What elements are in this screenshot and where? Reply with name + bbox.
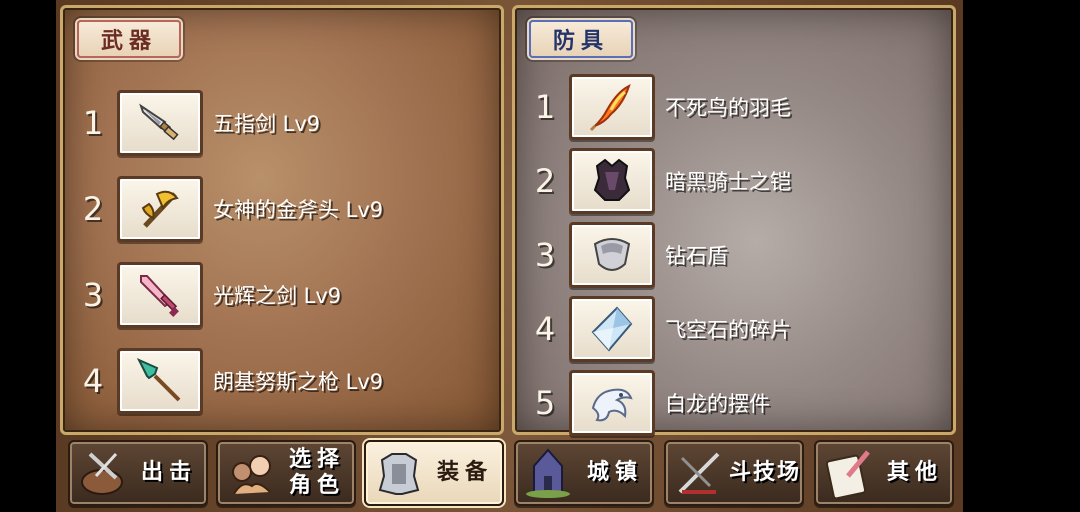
armor-row-1[interactable]: 1 不死鸟的羽毛	[525, 74, 791, 140]
weapon-row-3[interactable]: 3 光辉之剑 Lv9	[73, 262, 341, 328]
weapons-panel: 武器 1 五指剑 Lv9 2 女神的金斧头 Lv9 3 光辉之剑 Lv9 4 朗…	[60, 5, 504, 435]
sortie-icon	[81, 452, 123, 495]
diamond-shield-icon	[593, 238, 631, 271]
nav-label: 其他	[886, 460, 943, 485]
weapon-row-2[interactable]: 2 女神的金斧头 Lv9	[73, 176, 383, 242]
armor-row-3[interactable]: 3 钻石盾	[525, 222, 728, 288]
weapon-index: 1	[82, 104, 104, 142]
nav-sortie-button[interactable]: 出击	[68, 440, 208, 506]
sword-icon	[140, 275, 179, 317]
armor-slot[interactable]	[569, 296, 655, 362]
armor-row-5[interactable]: 5 白龙的摆件	[525, 370, 770, 436]
weapon-slot[interactable]	[117, 348, 203, 414]
nav-label: 斗技场	[728, 460, 801, 485]
arena-icon	[678, 452, 720, 494]
white-dragon-icon	[591, 388, 633, 422]
armor-index: 4	[534, 310, 556, 348]
armor-name: 飞空石的碎片	[665, 318, 791, 342]
nav-town-button[interactable]: 城镇	[514, 440, 654, 506]
armor-index: 1	[534, 88, 556, 126]
armor-panel-title: 防具	[529, 20, 634, 58]
phoenix-feather-icon	[589, 84, 631, 132]
weapon-name: 女神的金斧头 Lv9	[213, 198, 384, 222]
weapon-row-1[interactable]: 1 五指剑 Lv9	[73, 90, 320, 156]
spear-icon	[136, 357, 181, 402]
golden-axe-icon	[141, 190, 179, 228]
nav-label: 装备	[436, 460, 493, 485]
weapon-slot[interactable]	[117, 176, 203, 242]
weapon-slot[interactable]	[117, 262, 203, 328]
nav-other-button[interactable]: 其他	[814, 440, 954, 506]
armor-panel: 防具 1 不死鸟的羽毛 2 暗黑骑士之铠 3 钻石盾 4 飞空石的碎片 5 白龙…	[512, 5, 956, 436]
armor-name: 白龙的摆件	[665, 392, 770, 416]
weapon-name: 朗基努斯之枪 Lv9	[213, 370, 384, 394]
armor-name: 暗黑骑士之铠	[665, 170, 791, 194]
weapon-name: 五指剑 Lv9	[213, 112, 321, 136]
armor-row-2[interactable]: 2 暗黑骑士之铠	[525, 148, 791, 214]
nav-equipment-button[interactable]: 装备	[364, 440, 504, 506]
weapons-panel-title: 武器	[77, 20, 182, 58]
weapon-index: 3	[82, 276, 104, 314]
armor-slot[interactable]	[569, 370, 655, 436]
dagger-icon	[139, 103, 179, 141]
weapon-index: 4	[82, 362, 104, 400]
armor-index: 3	[534, 236, 556, 274]
nav-arena-button[interactable]: 斗技场	[664, 440, 804, 506]
other-icon	[825, 450, 870, 500]
armor-slot[interactable]	[569, 74, 655, 140]
weapon-row-4[interactable]: 4 朗基努斯之枪 Lv9	[73, 348, 383, 414]
armor-row-4[interactable]: 4 飞空石的碎片	[525, 296, 791, 362]
equipment-icon	[378, 453, 420, 495]
nav-label: 选择 角色	[288, 447, 345, 498]
town-icon	[526, 448, 570, 498]
dark-armor-icon	[593, 158, 631, 201]
armor-slot[interactable]	[569, 222, 655, 288]
armor-name: 不死鸟的羽毛	[665, 96, 791, 120]
weapon-name: 光辉之剑 Lv9	[213, 284, 342, 308]
weapon-slot[interactable]	[117, 90, 203, 156]
crystal-shard-icon	[591, 306, 633, 352]
armor-index: 2	[534, 162, 556, 200]
armor-index: 5	[534, 384, 556, 422]
nav-label: 出击	[140, 460, 197, 485]
nav-label: 城镇	[586, 460, 643, 485]
weapon-index: 2	[82, 190, 104, 228]
character-select-icon	[232, 455, 271, 495]
nav-character-select-button[interactable]: 选择 角色	[216, 440, 356, 506]
armor-slot[interactable]	[569, 148, 655, 214]
armor-name: 钻石盾	[665, 244, 728, 268]
